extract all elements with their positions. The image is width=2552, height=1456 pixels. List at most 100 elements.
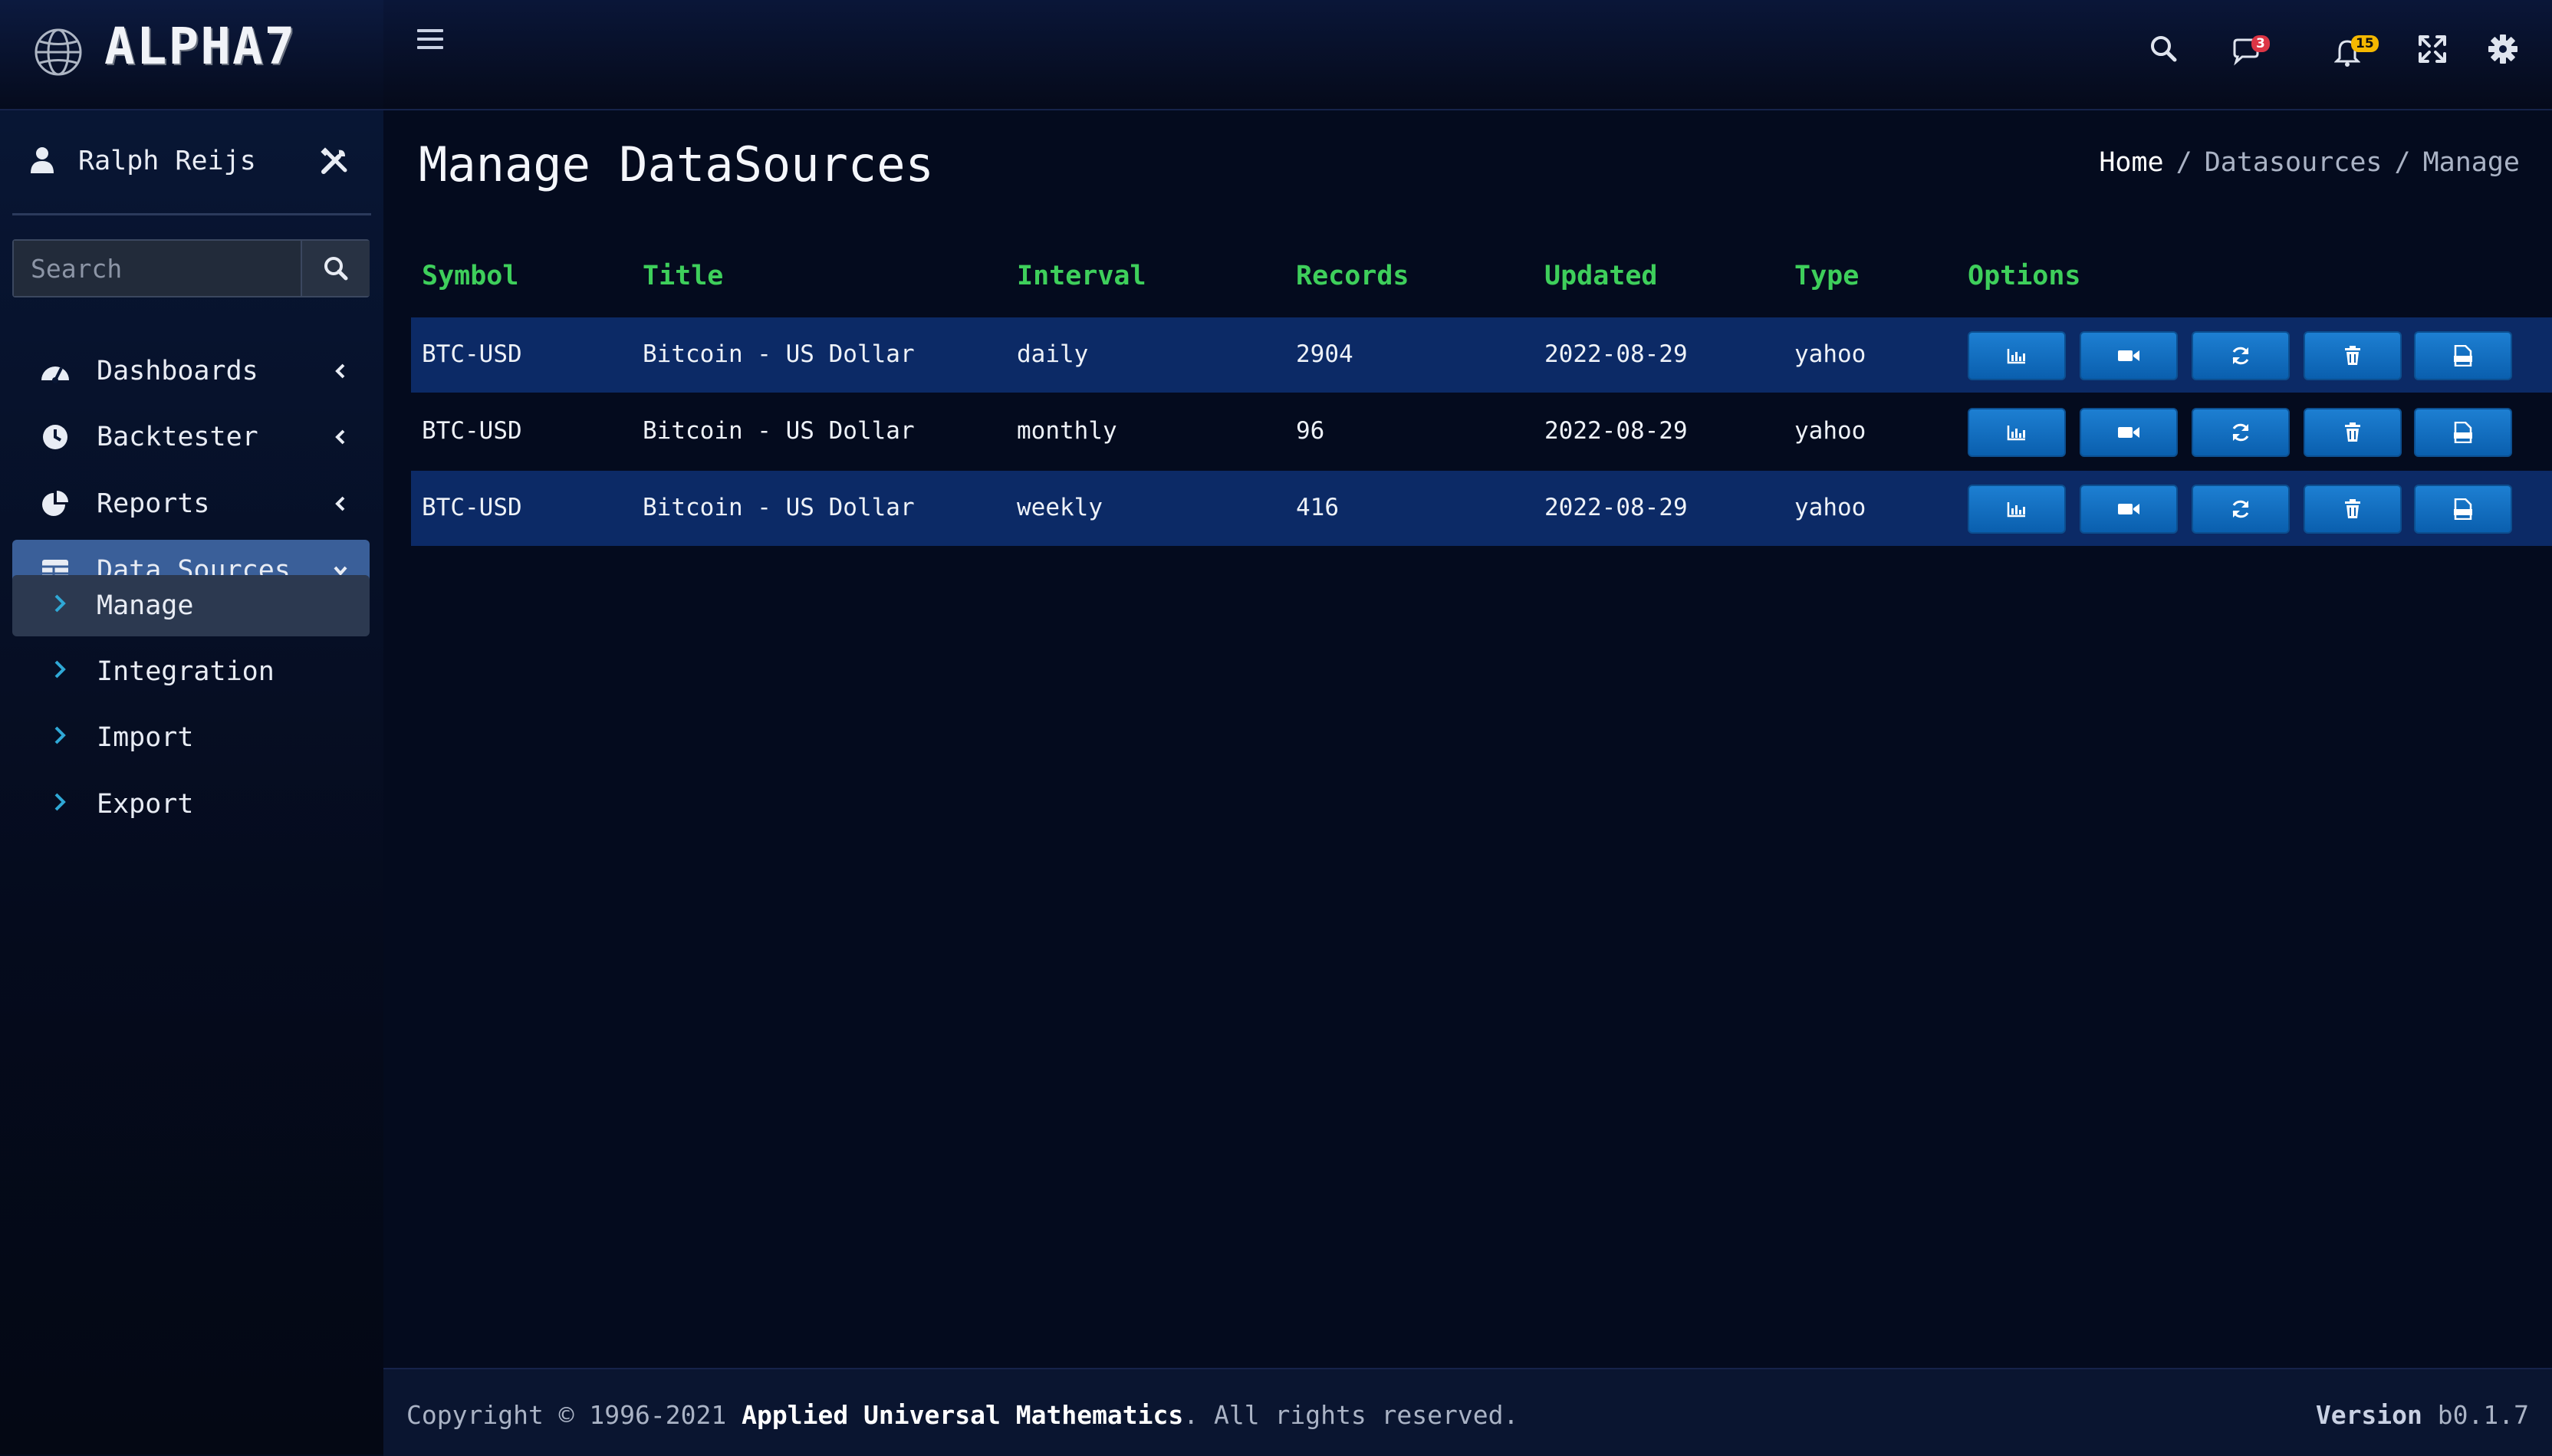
- video-camera-icon: [2118, 504, 2139, 514]
- chart-button[interactable]: [1968, 485, 2066, 534]
- sidebar-item-label: Manage: [97, 590, 194, 621]
- pie-chart-icon: [42, 491, 68, 516]
- refresh-button[interactable]: [2192, 408, 2290, 457]
- sidebar-subitem-integration[interactable]: Integration: [12, 641, 370, 702]
- delete-button[interactable]: [2304, 331, 2402, 380]
- user-name: Ralph Reijs: [78, 146, 256, 176]
- menu-toggle-icon[interactable]: [417, 29, 443, 52]
- column-header-title[interactable]: Title: [643, 261, 723, 291]
- table-header: Symbol Title Interval Records Updated Ty…: [411, 261, 2552, 307]
- refresh-icon: [2232, 347, 2249, 365]
- sidebar-item-label: Backtester: [97, 422, 258, 452]
- cell-updated: 2022-08-29: [1544, 417, 1688, 445]
- sidebar-item-backtester[interactable]: Backtester: [12, 406, 370, 468]
- cell-records: 2904: [1296, 340, 1353, 368]
- refresh-button[interactable]: [2192, 485, 2290, 534]
- trash-icon: [2345, 422, 2360, 442]
- chevron-left-icon: [335, 429, 345, 445]
- video-button[interactable]: [2080, 485, 2178, 534]
- video-camera-icon: [2118, 350, 2139, 361]
- version-number: b0.1.7: [2437, 1400, 2529, 1430]
- top-bar: ALPHA7 3 15: [0, 0, 2552, 110]
- notifications-button[interactable]: 15: [2334, 32, 2383, 69]
- chevron-left-icon: [335, 363, 345, 379]
- chevron-right-icon: [54, 660, 66, 679]
- cell-records: 416: [1296, 494, 1339, 521]
- sidebar-subitem-manage[interactable]: Manage: [12, 575, 370, 636]
- delete-button[interactable]: [2304, 408, 2402, 457]
- column-header-interval[interactable]: Interval: [1017, 261, 1146, 291]
- sidebar-item-label: Reports: [97, 488, 210, 519]
- gear-icon[interactable]: [2486, 32, 2520, 66]
- cell-type: yahoo: [1794, 417, 1866, 445]
- export-csv-button[interactable]: [2414, 485, 2512, 534]
- cell-symbol: BTC-USD: [422, 494, 522, 521]
- column-header-records[interactable]: Records: [1296, 261, 1409, 291]
- table-row: BTC-USD Bitcoin - US Dollar daily 2904 2…: [411, 317, 2552, 393]
- chart-button[interactable]: [1968, 331, 2066, 380]
- search-button[interactable]: [301, 241, 370, 296]
- version-label: Version: [2315, 1400, 2422, 1430]
- refresh-icon: [2232, 423, 2249, 442]
- search-icon[interactable]: [2147, 32, 2181, 66]
- version-info: Version b0.1.7: [2316, 1400, 2529, 1430]
- company-name: Applied Universal Mathematics: [742, 1400, 1184, 1430]
- breadcrumb: Home / Datasources / Manage: [2099, 147, 2520, 178]
- user-icon: [31, 147, 54, 173]
- export-csv-button[interactable]: [2414, 408, 2512, 457]
- bar-chart-icon: [2007, 349, 2025, 364]
- sidebar-item-reports[interactable]: Reports: [12, 473, 370, 534]
- breadcrumb-home[interactable]: Home: [2099, 147, 2163, 178]
- copyright-prefix: Copyright © 1996-2021: [406, 1400, 727, 1430]
- sidebar-subitem-import[interactable]: Import: [12, 707, 370, 768]
- page-title: Manage DataSources: [419, 136, 934, 192]
- cell-type: yahoo: [1794, 494, 1866, 521]
- export-csv-button[interactable]: [2414, 331, 2512, 380]
- column-header-symbol[interactable]: Symbol: [422, 261, 518, 291]
- video-button[interactable]: [2080, 408, 2178, 457]
- sidebar-item-label: Import: [97, 722, 194, 753]
- column-header-updated[interactable]: Updated: [1544, 261, 1658, 291]
- video-button[interactable]: [2080, 331, 2178, 380]
- clock-icon: [43, 425, 67, 449]
- chart-button[interactable]: [1968, 408, 2066, 457]
- table-row: BTC-USD Bitcoin - US Dollar weekly 416 2…: [411, 471, 2552, 546]
- tools-icon[interactable]: [319, 146, 350, 176]
- sidebar-item-label: Export: [97, 789, 194, 820]
- sidebar-item-label: Integration: [97, 656, 275, 687]
- file-csv-icon: [2454, 345, 2472, 366]
- delete-button[interactable]: [2304, 485, 2402, 534]
- sidebar-subitem-export[interactable]: Export: [12, 774, 370, 835]
- column-header-options: Options: [1968, 261, 2081, 291]
- globe-icon: [35, 28, 82, 76]
- cell-updated: 2022-08-29: [1544, 340, 1688, 368]
- file-csv-icon: [2454, 498, 2472, 520]
- dashboard-icon: [41, 366, 69, 383]
- cell-type: yahoo: [1794, 340, 1866, 368]
- user-panel: Ralph Reijs: [0, 110, 383, 213]
- breadcrumb-separator: /: [2394, 147, 2411, 178]
- fullscreen-icon[interactable]: [2416, 32, 2449, 66]
- trash-icon: [2345, 499, 2360, 518]
- search-input[interactable]: [14, 241, 301, 296]
- messages-button[interactable]: 3: [2231, 32, 2277, 69]
- video-camera-icon: [2118, 427, 2139, 438]
- footer: Copyright © 1996-2021 Applied Universal …: [383, 1368, 2552, 1456]
- notifications-badge: 15: [2351, 35, 2379, 52]
- chevron-right-icon: [54, 793, 66, 811]
- column-header-type[interactable]: Type: [1794, 261, 1859, 291]
- sidebar-item-label: Dashboards: [97, 356, 258, 386]
- chevron-right-icon: [54, 726, 66, 744]
- logo-area: ALPHA7: [0, 0, 383, 109]
- breadcrumb-datasources[interactable]: Datasources: [2205, 147, 2383, 178]
- file-csv-icon: [2454, 422, 2472, 443]
- divider: [12, 213, 371, 215]
- sidebar-item-dashboards[interactable]: Dashboards: [12, 340, 370, 402]
- bar-chart-icon: [2007, 426, 2025, 441]
- messages-badge: 3: [2251, 35, 2270, 52]
- bar-chart-icon: [2007, 502, 2025, 518]
- chevron-left-icon: [335, 496, 345, 511]
- app-logo: ALPHA7: [104, 17, 297, 76]
- cell-symbol: BTC-USD: [422, 340, 522, 368]
- refresh-button[interactable]: [2192, 331, 2290, 380]
